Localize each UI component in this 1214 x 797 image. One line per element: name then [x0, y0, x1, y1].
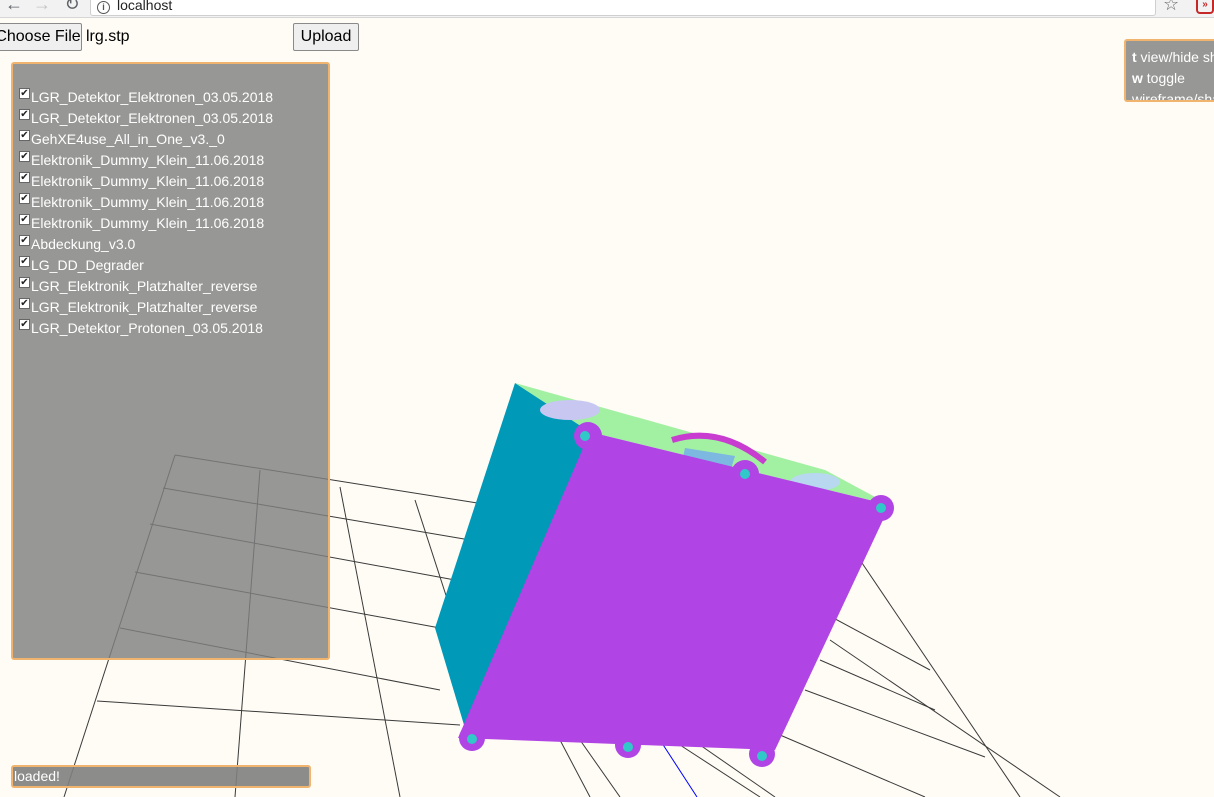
part-label: GehXE4use_All_in_One_v3._0 [31, 130, 225, 147]
part-checkbox[interactable]: ✔ [19, 88, 30, 99]
help-line-wireframe: wireframe/sha [1132, 91, 1214, 102]
part-checkbox[interactable]: ✔ [19, 256, 30, 267]
help-line-view: t view/hide sh [1132, 49, 1214, 65]
reload-icon[interactable]: ↻ [62, 0, 82, 14]
address-bar[interactable]: i localhost [90, 0, 1156, 16]
part-checkbox[interactable]: ✔ [19, 214, 30, 225]
browser-toolbar: ← → ↻ i localhost ☆ » [0, 0, 1214, 18]
selected-file-name: lrg.stp [86, 28, 130, 45]
part-checkbox[interactable]: ✔ [19, 235, 30, 246]
part-list-item[interactable]: ✔ LGR_Elektronik_Platzhalter_reverse [13, 296, 328, 317]
keyboard-help-box: t view/hide sh w toggle wireframe/sha [1124, 39, 1214, 102]
star-icon[interactable]: ☆ [1163, 0, 1179, 15]
part-label: LGR_Detektor_Elektronen_03.05.2018 [31, 88, 274, 105]
part-list-item[interactable]: ✔ Elektronik_Dummy_Klein_11.06.2018 [13, 170, 328, 191]
part-list-item[interactable]: ✔ LGR_Detektor_Elektronen_03.05.2018 [13, 107, 328, 128]
part-checkbox[interactable]: ✔ [19, 130, 30, 141]
part-list-item[interactable]: ✔ Elektronik_Dummy_Klein_11.06.2018 [13, 191, 328, 212]
status-bar: loaded! [11, 765, 311, 788]
part-checkbox[interactable]: ✔ [19, 172, 30, 183]
part-list-item[interactable]: ✔ LGR_Detektor_Protonen_03.05.2018 [13, 317, 328, 338]
part-list-item[interactable]: ✔ Abdeckung_v3.0 [13, 233, 328, 254]
part-list-item[interactable]: ✔ GehXE4use_All_in_One_v3._0 [13, 128, 328, 149]
arrow-right-icon[interactable]: → [32, 0, 52, 14]
parts-panel: ✔ LGR_Detektor_Elektronen_03.05.2018 ✔ LGR_… [11, 62, 330, 660]
part-list-item[interactable]: ✔ Elektronik_Dummy_Klein_11.06.2018 [13, 149, 328, 170]
part-label: Elektronik_Dummy_Klein_11.06.2018 [31, 151, 265, 168]
extension-icon[interactable]: » [1196, 0, 1214, 14]
part-list-item[interactable]: ✔ Elektronik_Dummy_Klein_11.06.2018 [13, 212, 328, 233]
part-checkbox[interactable]: ✔ [19, 277, 30, 288]
z-axis-line [659, 739, 698, 797]
part-list-item[interactable]: ✔ LGR_Elektronik_Platzhalter_reverse [13, 275, 328, 296]
info-icon[interactable]: i [97, 1, 110, 14]
part-checkbox[interactable]: ✔ [19, 319, 30, 330]
url-text[interactable]: localhost [117, 0, 172, 13]
part-list-item[interactable]: ✔ LG_DD_Degrader [13, 254, 328, 275]
upload-button[interactable]: Upload [293, 23, 359, 51]
part-checkbox[interactable]: ✔ [19, 298, 30, 309]
part-label: LGR_Detektor_Elektronen_03.05.2018 [31, 109, 274, 126]
part-label: LGR_Elektronik_Platzhalter_reverse [31, 298, 258, 315]
part-checkbox[interactable]: ✔ [19, 193, 30, 204]
part-label: LGR_Detektor_Protonen_03.05.2018 [31, 319, 263, 336]
part-checkbox[interactable]: ✔ [19, 109, 30, 120]
part-label: Elektronik_Dummy_Klein_11.06.2018 [31, 172, 265, 189]
part-label: LG_DD_Degrader [31, 256, 144, 273]
part-label: Abdeckung_v3.0 [31, 235, 136, 252]
part-label: Elektronik_Dummy_Klein_11.06.2018 [31, 193, 265, 210]
top-hole-left [540, 400, 600, 420]
choose-file-button[interactable]: Choose File [0, 23, 82, 51]
arrow-left-icon[interactable]: ← [4, 0, 24, 14]
part-label: LGR_Elektronik_Platzhalter_reverse [31, 277, 258, 294]
help-line-toggle: w toggle [1132, 70, 1185, 86]
part-list-item[interactable]: ✔ LGR_Detektor_Elektronen_03.05.2018 [13, 86, 328, 107]
part-checkbox[interactable]: ✔ [19, 151, 30, 162]
part-label: Elektronik_Dummy_Klein_11.06.2018 [31, 214, 265, 231]
